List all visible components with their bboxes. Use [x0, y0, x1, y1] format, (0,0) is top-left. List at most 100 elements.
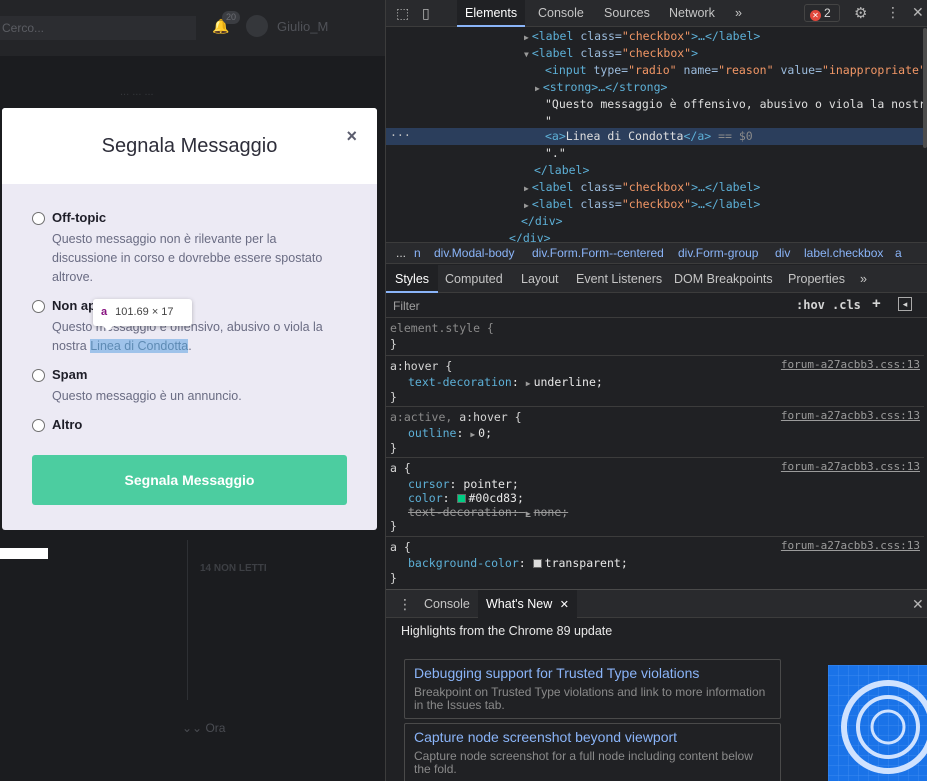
rule-end: }	[390, 441, 397, 455]
dom-node[interactable]: ▼ <label class="checkbox">	[524, 45, 698, 62]
dom-node[interactable]: <input type="radio" name="reason" value=…	[545, 62, 927, 79]
code-of-conduct-link[interactable]: Linea di Condotta	[90, 339, 189, 353]
crumb[interactable]: n	[414, 243, 421, 264]
avatar[interactable]	[246, 15, 268, 37]
ora-link[interactable]: ⌄⌄ Ora	[182, 721, 225, 735]
close-drawer-icon[interactable]: ✕	[912, 596, 924, 613]
close-icon[interactable]: ×	[346, 126, 357, 147]
css-declaration[interactable]: outline: ▶ 0;	[408, 425, 492, 441]
tab-event-listeners[interactable]: Event Listeners	[567, 265, 671, 293]
crumb[interactable]: a	[895, 243, 902, 264]
inspect-element-icon[interactable]: ⬚	[396, 5, 409, 22]
gear-icon[interactable]: ⚙	[854, 4, 867, 22]
css-declaration[interactable]: text-decoration: ▶ underline;	[408, 374, 603, 390]
dom-node[interactable]: </div>	[509, 230, 551, 242]
dom-node[interactable]: </div>	[521, 213, 563, 230]
expand-icon[interactable]: ▶	[526, 379, 531, 388]
color-swatch[interactable]	[456, 494, 466, 503]
rule-selector[interactable]: element.style {	[390, 320, 494, 336]
highlights-heading: Highlights from the Chrome 89 update	[401, 624, 613, 638]
rule-end: }	[390, 571, 397, 585]
crumb[interactable]: div.Form.Form--centered	[532, 243, 664, 264]
tab-console[interactable]: Console	[530, 0, 592, 27]
transparent-swatch[interactable]	[532, 559, 542, 568]
username-label[interactable]: Giulio_M	[277, 19, 328, 34]
css-declaration-overridden[interactable]: text-decoration: ▶ none;	[408, 504, 568, 520]
more-tabs-icon[interactable]: »	[727, 0, 750, 27]
dom-node[interactable]: ▶ <label class="checkbox">…</label>	[524, 179, 760, 196]
radio-other[interactable]	[32, 419, 45, 432]
dom-text-node[interactable]: "Questo messaggio è offensivo, abusivo o…	[545, 96, 927, 113]
more-tabs-icon[interactable]: »	[851, 265, 876, 293]
submit-report-button[interactable]: Segnala Messaggio	[32, 455, 347, 505]
tab-computed[interactable]: Computed	[436, 265, 512, 293]
tooltip-size: 101.69 × 17	[115, 306, 174, 318]
rule-element-style: element.style { }	[386, 319, 924, 356]
crumb-more[interactable]: ...	[396, 243, 406, 264]
dom-node[interactable]: </label>	[534, 162, 589, 179]
device-toolbar-icon[interactable]: ▯	[422, 5, 430, 22]
sidebar-toggle-icon[interactable]: ◂	[898, 297, 912, 311]
option-inappropriate[interactable]: Non ap Questo messaggio è offensivo, abu…	[32, 298, 352, 358]
radio-spam[interactable]	[32, 369, 45, 382]
background-text: ... ... ...	[120, 86, 154, 98]
drawer-tab-console[interactable]: Console	[416, 590, 478, 618]
close-devtools-icon[interactable]: ✕	[912, 4, 924, 21]
crumb[interactable]: div	[775, 243, 790, 264]
tab-dom-breakpoints[interactable]: DOM Breakpoints	[665, 265, 782, 293]
new-rule-icon[interactable]: +	[872, 295, 881, 312]
option-other[interactable]: Altro	[32, 417, 352, 437]
drawer-menu-icon[interactable]: ⋮	[398, 596, 412, 613]
crumb[interactable]: div.Form-group	[678, 243, 758, 264]
hov-toggle[interactable]: :hov	[796, 298, 825, 312]
option-spam[interactable]: Spam Questo messaggio è un annuncio.	[32, 367, 352, 407]
radio-off-topic[interactable]	[32, 212, 45, 225]
tab-network[interactable]: Network	[661, 0, 723, 27]
dom-text-node[interactable]: "."	[545, 145, 566, 162]
rule-source-link[interactable]: forum-a27acbb3.css:13	[781, 358, 920, 371]
rule-selector[interactable]: a:hover {	[390, 358, 452, 374]
search-input[interactable]: Cerco...	[0, 16, 196, 40]
devtools-tabbar: ⬚ ▯ Elements Console Sources Network » ✕…	[386, 0, 927, 27]
rule-source-link[interactable]: forum-a27acbb3.css:13	[781, 539, 920, 552]
expand-icon[interactable]: ▶	[526, 509, 531, 518]
news-card[interactable]: Debugging support for Trusted Type viola…	[404, 659, 781, 719]
dom-node-selected[interactable]: <a>Linea di Condotta</a> == $0	[545, 128, 753, 145]
drawer-tab-whats-new[interactable]: What's New ✕	[478, 590, 577, 618]
news-card-title[interactable]: Capture node screenshot beyond viewport	[414, 728, 771, 747]
rule-selector[interactable]: a:active, a:hover {	[390, 409, 522, 425]
rule-selector[interactable]: a {	[390, 539, 411, 555]
tab-sources[interactable]: Sources	[596, 0, 658, 27]
more-icon[interactable]: ···	[390, 128, 411, 143]
dom-node[interactable]: ▶ <label class="checkbox">…</label>	[524, 28, 760, 45]
dom-node[interactable]: ▶ <strong>…</strong>	[535, 79, 667, 96]
radio-inappropriate[interactable]	[32, 300, 45, 313]
tab-elements[interactable]: Elements	[457, 0, 526, 27]
expand-icon[interactable]: ▶	[470, 430, 475, 439]
option-label: Off-topic	[52, 210, 107, 225]
dom-node[interactable]: ▶ <label class="checkbox">…</label>	[524, 196, 760, 213]
option-label: Non ap	[52, 298, 97, 313]
drawer-tabbar: ⋮ Console What's New ✕ ✕	[386, 590, 927, 618]
option-off-topic[interactable]: Off-topic Questo messaggio non è rilevan…	[32, 210, 352, 290]
rule-source-link[interactable]: forum-a27acbb3.css:13	[781, 460, 920, 473]
timeline-line	[187, 540, 188, 700]
dom-scrollbar[interactable]	[923, 28, 927, 148]
tab-styles[interactable]: Styles	[386, 265, 439, 293]
css-declaration[interactable]: background-color: transparent;	[408, 555, 628, 571]
rule-selector[interactable]: a {	[390, 460, 411, 476]
kebab-menu-icon[interactable]: ⋮	[886, 4, 900, 21]
cls-toggle[interactable]: .cls	[832, 298, 861, 312]
notification-badge: 20	[222, 11, 240, 24]
rule-source-link[interactable]: forum-a27acbb3.css:13	[781, 409, 920, 422]
tab-layout[interactable]: Layout	[512, 265, 568, 293]
news-card-title[interactable]: Debugging support for Trusted Type viola…	[414, 664, 771, 683]
crumb[interactable]: div.Modal-body	[434, 243, 514, 264]
devtools-panel: ⬚ ▯ Elements Console Sources Network » ✕…	[385, 0, 927, 781]
close-tab-icon[interactable]: ✕	[560, 599, 569, 611]
styles-filter-input[interactable]	[390, 296, 786, 316]
news-card[interactable]: Capture node screenshot beyond viewport …	[404, 723, 781, 781]
crumb[interactable]: label.checkbox	[804, 243, 883, 264]
tab-properties[interactable]: Properties	[779, 265, 854, 293]
error-badge[interactable]: ✕ 2	[804, 4, 840, 22]
